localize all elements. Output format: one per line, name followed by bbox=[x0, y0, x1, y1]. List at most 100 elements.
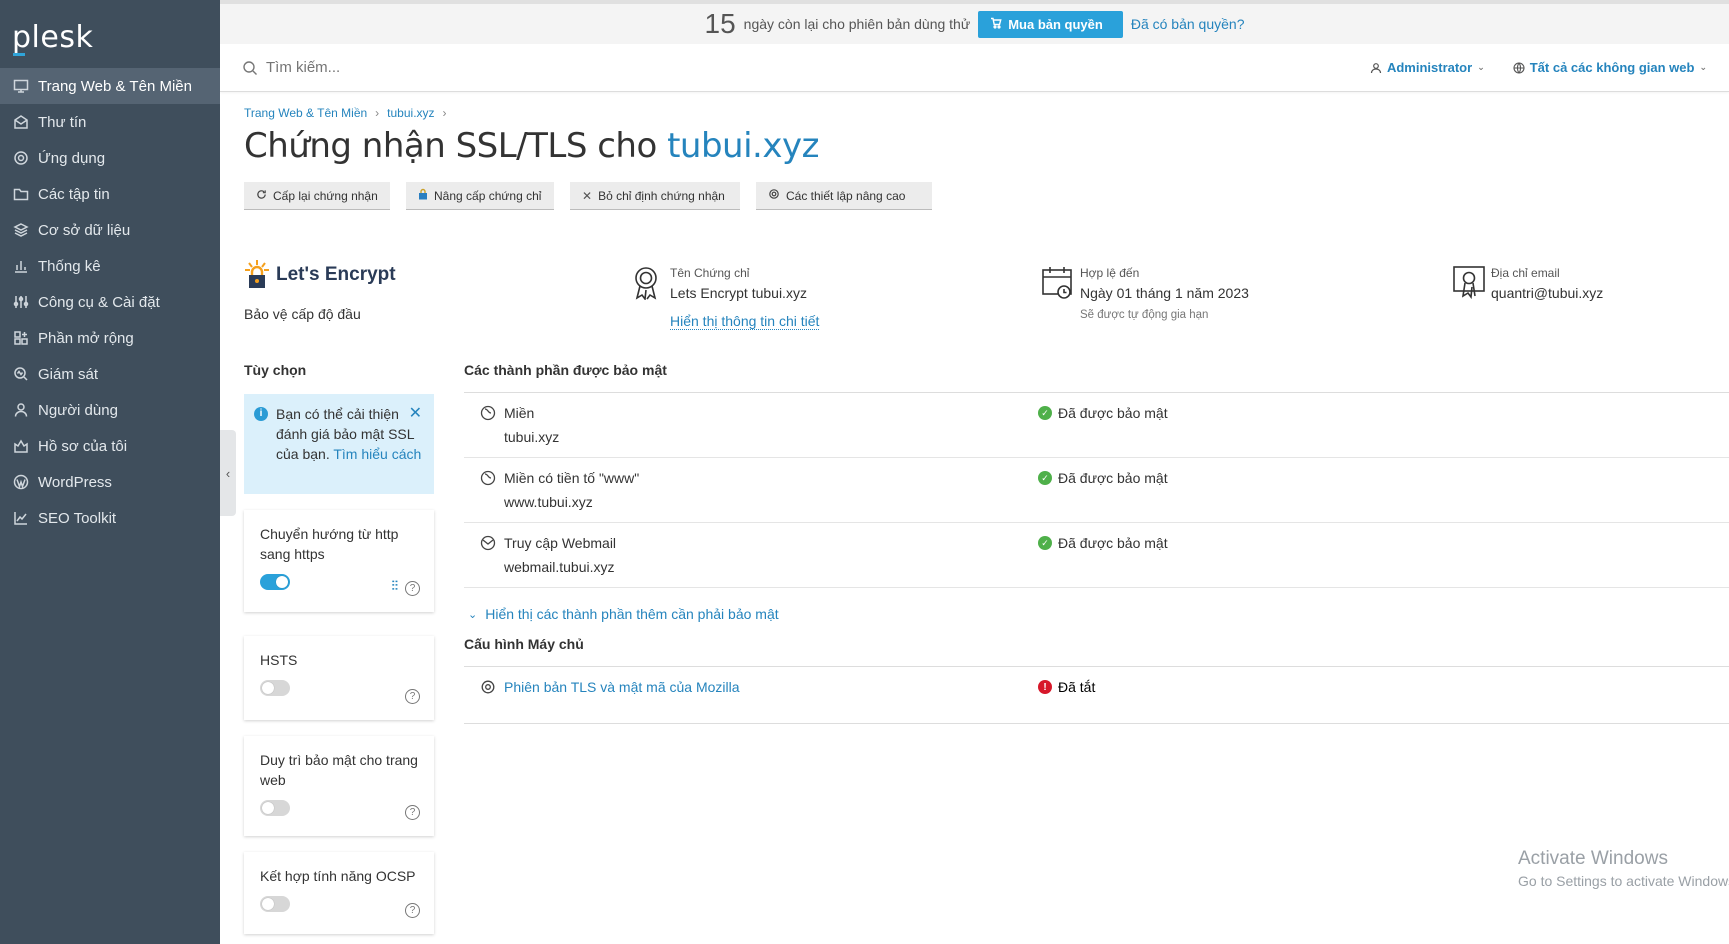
breadcrumb-item-domain[interactable]: tubui.xyz bbox=[387, 106, 434, 120]
check-icon: ✓ bbox=[1038, 406, 1052, 420]
sidebar-item-databases[interactable]: Cơ sở dữ liệu bbox=[0, 212, 220, 248]
brand-text: plesk bbox=[12, 20, 94, 55]
trial-banner: 15 ngày còn lại cho phiên bản dùng thử M… bbox=[220, 0, 1729, 44]
buy-license-button[interactable]: Mua bản quyền bbox=[978, 10, 1123, 38]
sidebar-item-seo-toolkit[interactable]: SEO Toolkit bbox=[0, 500, 220, 536]
info-icon: i bbox=[254, 407, 268, 421]
upgrade-certificate-button[interactable]: Nâng cấp chứng chỉ bbox=[406, 182, 554, 210]
sidebar-item-users[interactable]: Người dùng bbox=[0, 392, 220, 428]
advanced-settings-button[interactable]: Các thiết lập nâng cao bbox=[756, 182, 932, 210]
status-badge: ! Đã tắt bbox=[1038, 679, 1095, 695]
certificate-email-icon bbox=[1453, 266, 1485, 300]
sidebar-item-label: Công cụ & Cài đặt bbox=[38, 293, 160, 311]
profile-icon bbox=[12, 437, 30, 455]
user-icon bbox=[12, 401, 30, 419]
gear-icon bbox=[12, 149, 30, 167]
plesk-logo[interactable]: plesk bbox=[12, 20, 94, 56]
show-details-link[interactable]: Hiển thị thông tin chi tiết bbox=[670, 313, 820, 330]
sidebar-item-wordpress[interactable]: WordPress bbox=[0, 464, 220, 500]
help-icon[interactable]: ? bbox=[405, 689, 420, 704]
status-text: Đã được bảo mật bbox=[1058, 535, 1168, 551]
domain-icon bbox=[480, 470, 496, 486]
reissue-certificate-button[interactable]: Cấp lại chứng nhận bbox=[244, 182, 390, 210]
sidebar-item-applications[interactable]: Ứng dụng bbox=[0, 140, 220, 176]
breadcrumb-item-websites[interactable]: Trang Web & Tên Miền bbox=[244, 106, 367, 120]
page-title-domain[interactable]: tubui.xyz bbox=[667, 126, 819, 166]
chevron-right-icon: › bbox=[442, 106, 447, 120]
unassign-certificate-button[interactable]: ✕ Bỏ chỉ định chứng nhận bbox=[570, 182, 740, 210]
sidebar-collapse-handle[interactable]: ‹ bbox=[220, 430, 236, 516]
check-icon: ✓ bbox=[1038, 471, 1052, 485]
domain-icon bbox=[480, 405, 496, 421]
unassign-label: Bỏ chỉ định chứng nhận bbox=[598, 188, 725, 203]
sliders-icon bbox=[12, 293, 30, 311]
learn-how-link[interactable]: Tìm hiểu cách bbox=[333, 446, 421, 462]
hsts-toggle[interactable] bbox=[260, 680, 290, 696]
option-card-ocsp: Kết hợp tính năng OCSP ? bbox=[244, 852, 434, 934]
sidebar-item-extensions[interactable]: Phần mở rộng bbox=[0, 320, 220, 356]
sidebar-item-tools-settings[interactable]: Công cụ & Cài đặt bbox=[0, 284, 220, 320]
gear-icon bbox=[480, 679, 496, 695]
option-card-hsts: HSTS ? bbox=[244, 636, 434, 720]
refresh-icon bbox=[256, 189, 267, 203]
sidebar-item-mail[interactable]: Thư tín bbox=[0, 104, 220, 140]
chevron-down-icon: ⌄ bbox=[1699, 62, 1707, 72]
close-icon: ✕ bbox=[582, 188, 593, 203]
folder-icon bbox=[12, 185, 30, 203]
option-label: Duy trì bảo mật cho trang web bbox=[260, 752, 418, 788]
gear-icon bbox=[768, 188, 780, 203]
ocsp-toggle[interactable] bbox=[260, 896, 290, 912]
upgrade-label: Nâng cấp chứng chỉ bbox=[434, 188, 542, 203]
sidebar-item-statistics[interactable]: Thống kê bbox=[0, 248, 220, 284]
sidebar-item-my-profile[interactable]: Hồ sơ của tôi bbox=[0, 428, 220, 464]
content: Trang Web & Tên Miền › tubui.xyz › Chứng… bbox=[220, 92, 1729, 330]
valid-until-label: Hợp lệ đến bbox=[1080, 266, 1140, 280]
user-menu[interactable]: Administrator ⌄ bbox=[1370, 60, 1485, 75]
layers-icon bbox=[12, 221, 30, 239]
sidebar-item-label: Phần mở rộng bbox=[38, 329, 134, 347]
options-column: Tùy chọn i ✕ Bạn có thể cải thiện đánh g… bbox=[244, 362, 434, 934]
page-title: Chứng nhận SSL/TLS cho tubui.xyz bbox=[244, 126, 1729, 166]
certificate-overview: Let's Encrypt Bảo vệ cấp độ đầu Tên Chứn… bbox=[244, 220, 1729, 330]
search-input[interactable] bbox=[266, 59, 666, 76]
cart-icon bbox=[990, 17, 1002, 32]
chevron-right-icon: › bbox=[375, 106, 380, 120]
options-title: Tùy chọn bbox=[244, 362, 307, 378]
chevron-left-icon: ‹ bbox=[225, 465, 231, 481]
email-value: quantri@tubui.xyz bbox=[1491, 285, 1604, 301]
search-bar: Administrator ⌄ Tất cả các không gian we… bbox=[220, 44, 1729, 92]
component-name: Miền có tiền tố "www" bbox=[504, 470, 640, 486]
sidebar-item-label: Trang Web & Tên Miền bbox=[38, 77, 192, 95]
sidebar-item-label: Người dùng bbox=[38, 401, 118, 419]
sidebar-item-label: WordPress bbox=[38, 473, 112, 491]
close-icon[interactable]: ✕ bbox=[409, 404, 422, 424]
option-label: HSTS bbox=[260, 652, 298, 668]
keep-secure-toggle[interactable] bbox=[260, 800, 290, 816]
sidebar-item-monitoring[interactable]: Giám sát bbox=[0, 356, 220, 392]
sidebar-item-files[interactable]: Các tập tin bbox=[0, 176, 220, 212]
have-license-link[interactable]: Đã có bản quyền? bbox=[1131, 16, 1245, 32]
help-icon[interactable]: ? bbox=[405, 805, 420, 820]
action-toolbar: Cấp lại chứng nhận Nâng cấp chứng chỉ ✕ … bbox=[244, 182, 1729, 210]
sidebar-item-websites-domains[interactable]: Trang Web & Tên Miền bbox=[0, 68, 220, 104]
extensions-icon bbox=[12, 329, 30, 347]
provider-name: Let's Encrypt bbox=[276, 264, 396, 285]
component-name: Miền bbox=[504, 405, 535, 421]
sidebar-item-label: Thư tín bbox=[38, 113, 87, 131]
option-label: Chuyển hướng từ http sang https bbox=[260, 526, 399, 562]
mozilla-tls-link[interactable]: Phiên bản TLS và mật mã của Mozilla bbox=[504, 679, 740, 695]
show-more-components-link[interactable]: ⌄ Hiển thị các thành phần thêm cần phải … bbox=[464, 606, 1729, 622]
subscriptions-menu[interactable]: Tất cả các không gian web ⌄ bbox=[1513, 60, 1707, 75]
sidebar-item-label: Thống kê bbox=[38, 257, 101, 275]
error-icon: ! bbox=[1038, 680, 1052, 694]
server-config-title: Cấu hình Máy chủ bbox=[464, 636, 584, 652]
monitor-icon bbox=[12, 77, 30, 95]
valid-until-block: Hợp lệ đến Ngày 01 tháng 1 năm 2023 Sẽ đ… bbox=[1042, 266, 1249, 321]
help-icon[interactable]: ? bbox=[405, 903, 420, 918]
calendar-clock-icon bbox=[1042, 266, 1072, 300]
help-icon[interactable]: ? bbox=[405, 581, 420, 596]
http-redirect-toggle[interactable] bbox=[260, 574, 290, 590]
chevron-down-icon: ⌄ bbox=[468, 608, 478, 621]
sidebar-item-label: SEO Toolkit bbox=[38, 509, 117, 527]
sliders-icon[interactable]: ⫶⫶ bbox=[392, 576, 399, 596]
